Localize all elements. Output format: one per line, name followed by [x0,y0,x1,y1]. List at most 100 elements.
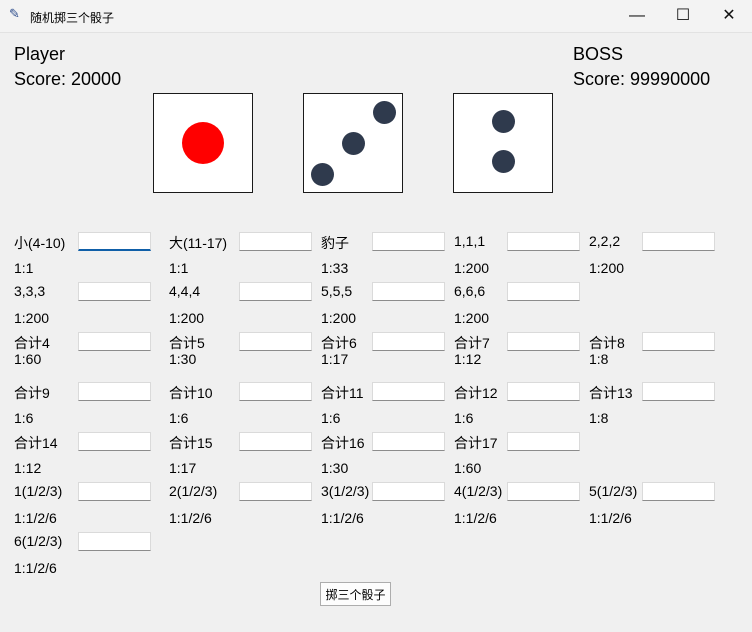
bet-odds: 1:200 [454,260,490,276]
bet-odds: 1:1/2/6 [321,510,364,526]
bet-amount-input[interactable] [239,482,312,501]
bet-label: 合计16 [321,435,365,451]
bet-odds: 1:1/2/6 [169,510,212,526]
bet-amount-input[interactable] [239,432,312,451]
bet-amount-input[interactable] [372,432,445,451]
bet-label: 合计12 [454,385,498,401]
bet-amount-input[interactable] [372,282,445,301]
feather-icon: ✎ [9,6,20,21]
bet-amount-input[interactable] [78,232,151,251]
bet-odds: 1:1/2/6 [14,560,57,576]
bet-amount-input[interactable] [642,232,715,251]
bet-amount-input[interactable] [78,332,151,351]
bet-label: 合计6 [321,335,357,351]
bet-label: 合计11 [321,385,364,401]
die-pip [372,100,396,124]
bet-odds: 1:200 [321,310,357,326]
bet-label: 6(1/2/3) [14,533,63,549]
bet-label: 6,6,6 [454,283,486,299]
bet-amount-input[interactable] [507,382,580,401]
bet-odds: 1:1/2/6 [589,510,632,526]
title-bar: ✎ 随机掷三个骰子 — ☐ ✕ [0,0,752,33]
bet-amount-input[interactable] [78,432,151,451]
bet-odds: 1:8 [589,351,609,367]
bet-odds: 1:12 [14,460,42,476]
bet-amount-input[interactable] [642,332,715,351]
die-pip [491,149,515,173]
bet-amount-input[interactable] [372,482,445,501]
bet-amount-input[interactable] [78,282,151,301]
bet-odds: 1:1 [169,260,189,276]
bet-amount-input[interactable] [507,482,580,501]
bet-amount-input[interactable] [372,382,445,401]
bet-label: 1(1/2/3) [14,483,63,499]
minimize-button[interactable]: — [614,0,660,32]
bet-label: 3,3,3 [14,283,46,299]
bet-label: 合计7 [454,335,490,351]
bet-amount-input[interactable] [78,382,151,401]
bet-odds: 1:60 [14,351,42,367]
die-pip [182,122,224,164]
die-1 [153,93,253,193]
bet-label: 2,2,2 [589,233,621,249]
bet-label: 合计5 [169,335,205,351]
maximize-button[interactable]: ☐ [660,0,706,32]
bet-label: 合计13 [589,385,633,401]
bet-odds: 1:1/2/6 [14,510,57,526]
bet-amount-input[interactable] [239,332,312,351]
bet-amount-input[interactable] [239,282,312,301]
bet-label: 小(4-10) [14,235,66,251]
bet-odds: 1:200 [589,260,625,276]
bet-odds: 1:30 [169,351,197,367]
player-score: Score: 20000 [14,69,122,89]
bet-odds: 1:6 [169,410,189,426]
bet-label: 合计9 [14,385,50,401]
bet-odds: 1:8 [589,410,609,426]
bet-label: 合计10 [169,385,213,401]
bet-odds: 1:60 [454,460,482,476]
bet-amount-input[interactable] [239,382,312,401]
bet-amount-input[interactable] [642,382,715,401]
bet-label: 1,1,1 [454,233,486,249]
bet-amount-input[interactable] [372,232,445,251]
roll-dice-button[interactable]: 掷三个骰子 [320,582,391,606]
bet-label: 大(11-17) [169,235,228,251]
bet-label: 4,4,4 [169,283,201,299]
bet-odds: 1:12 [454,351,482,367]
die-pip [341,131,365,155]
bet-label: 4(1/2/3) [454,483,503,499]
bet-odds: 1:30 [321,460,349,476]
bet-amount-input[interactable] [642,482,715,501]
bet-odds: 1:6 [454,410,474,426]
bet-label: 合计15 [169,435,213,451]
bet-label: 2(1/2/3) [169,483,218,499]
die-pip [310,162,334,186]
bet-label: 合计14 [14,435,58,451]
bet-odds: 1:200 [169,310,205,326]
player-name: Player [14,44,66,64]
bet-label: 5(1/2/3) [589,483,638,499]
bet-odds: 1:6 [14,410,34,426]
bet-label: 5,5,5 [321,283,353,299]
bet-odds: 1:6 [321,410,341,426]
die-pip [491,109,515,133]
bet-amount-input[interactable] [507,332,580,351]
bet-amount-input[interactable] [239,232,312,251]
bet-odds: 1:17 [321,351,349,367]
bet-amount-input[interactable] [78,532,151,551]
close-button[interactable]: ✕ [706,0,752,32]
bet-amount-input[interactable] [507,282,580,301]
bet-amount-input[interactable] [78,482,151,501]
bet-odds: 1:200 [14,310,50,326]
bet-amount-input[interactable] [372,332,445,351]
bet-amount-input[interactable] [507,432,580,451]
bet-label: 合计17 [454,435,498,451]
bet-amount-input[interactable] [507,232,580,251]
bet-label: 豹子 [321,235,349,251]
boss-score: Score: 99990000 [573,69,711,89]
bet-label: 3(1/2/3) [321,483,370,499]
bet-odds: 1:200 [454,310,490,326]
die-3 [453,93,553,193]
bet-odds: 1:33 [321,260,349,276]
window-title: 随机掷三个骰子 [30,11,115,25]
